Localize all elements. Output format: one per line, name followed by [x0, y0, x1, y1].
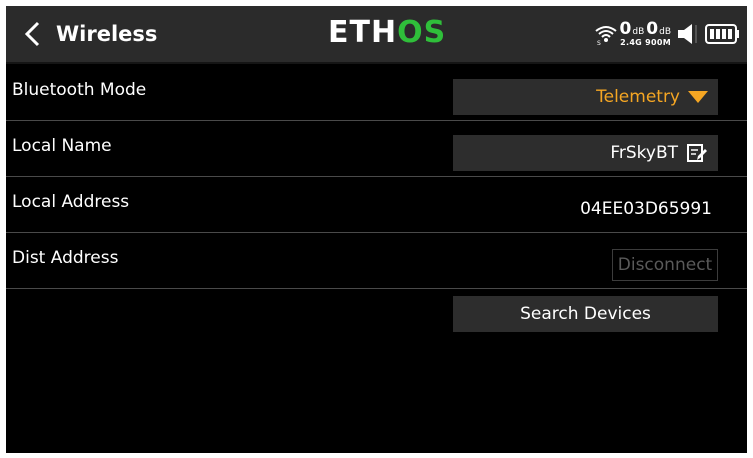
local-address-value: 04EE03D65991 — [580, 199, 712, 219]
row-dist-address: Dist Address Disconnect — [6, 233, 747, 289]
logo-text-green: OS — [397, 15, 447, 50]
local-name-field[interactable]: FrSkyBT — [453, 135, 718, 171]
edit-icon — [687, 144, 707, 162]
rssi-24-unit: dB — [632, 27, 645, 37]
frequency-labels: 2.4G 900M — [620, 38, 671, 47]
search-devices-button[interactable]: Search Devices — [453, 296, 718, 332]
rssi-readout: 0 dB 0 dB 2.4G 900M — [619, 19, 671, 48]
back-button[interactable]: Wireless — [14, 16, 174, 52]
battery-icon — [705, 24, 739, 44]
screen: Wireless ETHOS S 0 dB 0 dB 2.4G 900M Blu… — [6, 6, 747, 453]
speaker-icon[interactable] — [675, 21, 701, 47]
dist-address-label: Dist Address — [12, 248, 119, 268]
local-name-value: FrSkyBT — [610, 143, 678, 163]
disconnect-button[interactable]: Disconnect — [612, 249, 718, 281]
row-bluetooth-mode: Bluetooth Mode Telemetry — [6, 65, 747, 121]
local-address-label: Local Address — [12, 192, 130, 212]
rssi-24-value: 0 — [619, 19, 632, 39]
header-bar: Wireless ETHOS S 0 dB 0 dB 2.4G 900M — [6, 6, 747, 64]
bluetooth-mode-label: Bluetooth Mode — [12, 80, 147, 100]
svg-text:S: S — [597, 40, 601, 46]
bluetooth-mode-value: Telemetry — [596, 87, 680, 107]
rssi-900-value: 0 — [646, 19, 659, 39]
status-area: S 0 dB 0 dB 2.4G 900M — [594, 18, 741, 50]
row-local-address: Local Address 04EE03D65991 — [6, 177, 747, 233]
dropdown-triangle-icon — [688, 91, 708, 103]
back-chevron-icon — [24, 21, 40, 47]
row-local-name: Local Name FrSkyBT — [6, 121, 747, 177]
local-address-value-box: 04EE03D65991 — [453, 191, 718, 227]
rssi-900-unit: dB — [659, 27, 671, 37]
local-name-label: Local Name — [12, 136, 112, 156]
ethos-logo: ETHOS — [328, 18, 446, 48]
page-title: Wireless — [56, 22, 158, 46]
bluetooth-mode-dropdown[interactable]: Telemetry — [453, 79, 718, 115]
logo-text-white: ETH — [328, 15, 398, 50]
wifi-signal-icon: S — [594, 26, 617, 46]
